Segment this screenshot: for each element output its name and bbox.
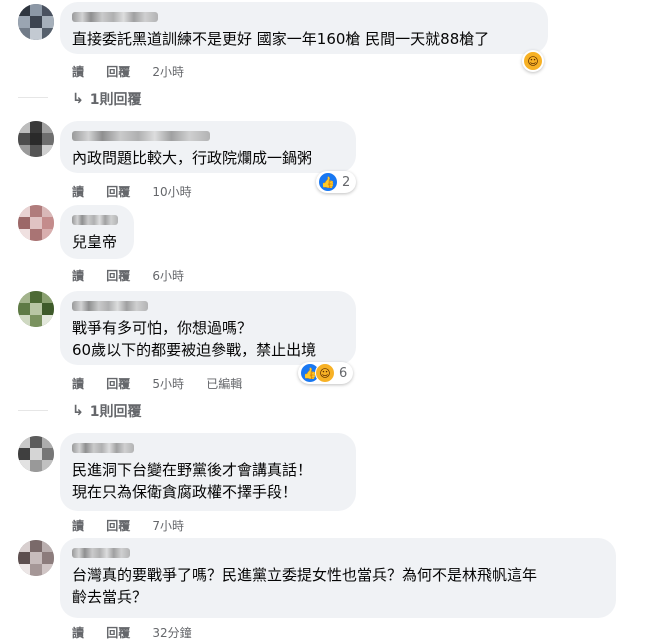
like-link[interactable]: 讀: [72, 269, 84, 283]
avatar[interactable]: [18, 205, 54, 241]
edited-label: 已編輯: [206, 377, 243, 391]
replies-count: 1則回覆: [89, 404, 142, 420]
like-icon: 👍: [318, 172, 338, 192]
avatar[interactable]: [18, 540, 54, 576]
view-replies-link[interactable]: ↳ 1則回覆: [72, 401, 141, 421]
comment-actions: 讀 回覆 7小時: [72, 517, 202, 534]
like-link[interactable]: 讀: [72, 65, 84, 79]
comment-text: 台灣真的要戰爭了嗎？民進黨立委提女性也當兵？為何不是林飛帆這年: [72, 566, 538, 584]
timestamp[interactable]: 10小時: [152, 185, 191, 199]
comment-actions: 讀 回覆 2小時: [72, 63, 202, 80]
comment-text: 齡去當兵？: [72, 588, 148, 606]
like-link[interactable]: 讀: [72, 519, 84, 533]
comment-actions: 讀 回覆 6小時: [72, 267, 202, 284]
reply-link[interactable]: 回覆: [106, 269, 130, 283]
avatar[interactable]: [18, 436, 54, 472]
author-name[interactable]: [72, 215, 118, 225]
comment-bubble: 戰爭有多可怕，你想過嗎？ 60歲以下的都要被迫參戰，禁止出境: [60, 291, 356, 365]
reaction-badge[interactable]: 👍 2: [316, 171, 357, 193]
comment-text: 現在只為保衛貪腐政權不擇手段！: [72, 483, 298, 501]
comment-bubble: 內政問題比較大，行政院爛成一鍋粥: [60, 121, 356, 173]
author-name[interactable]: [72, 301, 148, 311]
reply-link[interactable]: 回覆: [106, 519, 130, 533]
author-name[interactable]: [72, 443, 134, 453]
avatar[interactable]: [18, 4, 54, 40]
author-name[interactable]: [72, 131, 210, 141]
comment-bubble: 直接委託黑道訓練不是更好 國家一年160槍 民間一天就88槍了: [60, 2, 548, 54]
haha-icon: ☺: [523, 51, 543, 71]
comment-bubble: 兒皇帝: [60, 205, 134, 259]
comment-actions: 讀 回覆 10小時: [72, 183, 210, 200]
comment-text: 60歲以下的都要被迫參戰，禁止出境: [72, 341, 317, 359]
avatar[interactable]: [18, 291, 54, 327]
reaction-badge[interactable]: ☺: [522, 50, 544, 72]
haha-icon: ☺: [315, 363, 335, 383]
reply-link[interactable]: 回覆: [106, 626, 130, 640]
reply-link[interactable]: 回覆: [106, 65, 130, 79]
avatar[interactable]: [18, 121, 54, 157]
reply-link[interactable]: 回覆: [106, 185, 130, 199]
like-link[interactable]: 讀: [72, 377, 84, 391]
timestamp[interactable]: 7小時: [152, 519, 184, 533]
reply-arrow-icon: ↳: [72, 91, 84, 107]
timestamp[interactable]: 5小時: [152, 377, 184, 391]
reaction-count: 6: [339, 365, 348, 381]
view-replies-link[interactable]: ↳ 1則回覆: [72, 89, 141, 109]
comment-actions: 讀 回覆 32分鐘: [72, 624, 210, 641]
timestamp[interactable]: 32分鐘: [152, 626, 191, 640]
like-link[interactable]: 讀: [72, 185, 84, 199]
reaction-count: 2: [342, 174, 351, 190]
comment-text: 直接委託黑道訓練不是更好 國家一年160槍 民間一天就88槍了: [72, 30, 490, 48]
comment-actions: 讀 回覆 5小時 已編輯: [72, 375, 260, 392]
comment-text: 民進洞下台變在野黨後才會講真話！: [72, 461, 313, 479]
comment-text: 戰爭有多可怕，你想過嗎？: [72, 319, 253, 337]
author-name[interactable]: [72, 12, 158, 22]
like-link[interactable]: 讀: [72, 626, 84, 640]
reply-arrow-icon: ↳: [72, 403, 84, 419]
timestamp[interactable]: 6小時: [152, 269, 184, 283]
comment-text: 兒皇帝: [72, 233, 118, 251]
replies-count: 1則回覆: [89, 92, 142, 108]
comment-bubble: 民進洞下台變在野黨後才會講真話！ 現在只為保衛貪腐政權不擇手段！: [60, 433, 356, 511]
reaction-badge[interactable]: 👍 ☺ 6: [298, 362, 354, 384]
author-name[interactable]: [72, 548, 130, 558]
timestamp[interactable]: 2小時: [152, 65, 184, 79]
comment-bubble: 台灣真的要戰爭了嗎？民進黨立委提女性也當兵？為何不是林飛帆這年 齡去當兵？: [60, 538, 616, 618]
reply-link[interactable]: 回覆: [106, 377, 130, 391]
comment-text: 內政問題比較大，行政院爛成一鍋粥: [72, 149, 313, 167]
